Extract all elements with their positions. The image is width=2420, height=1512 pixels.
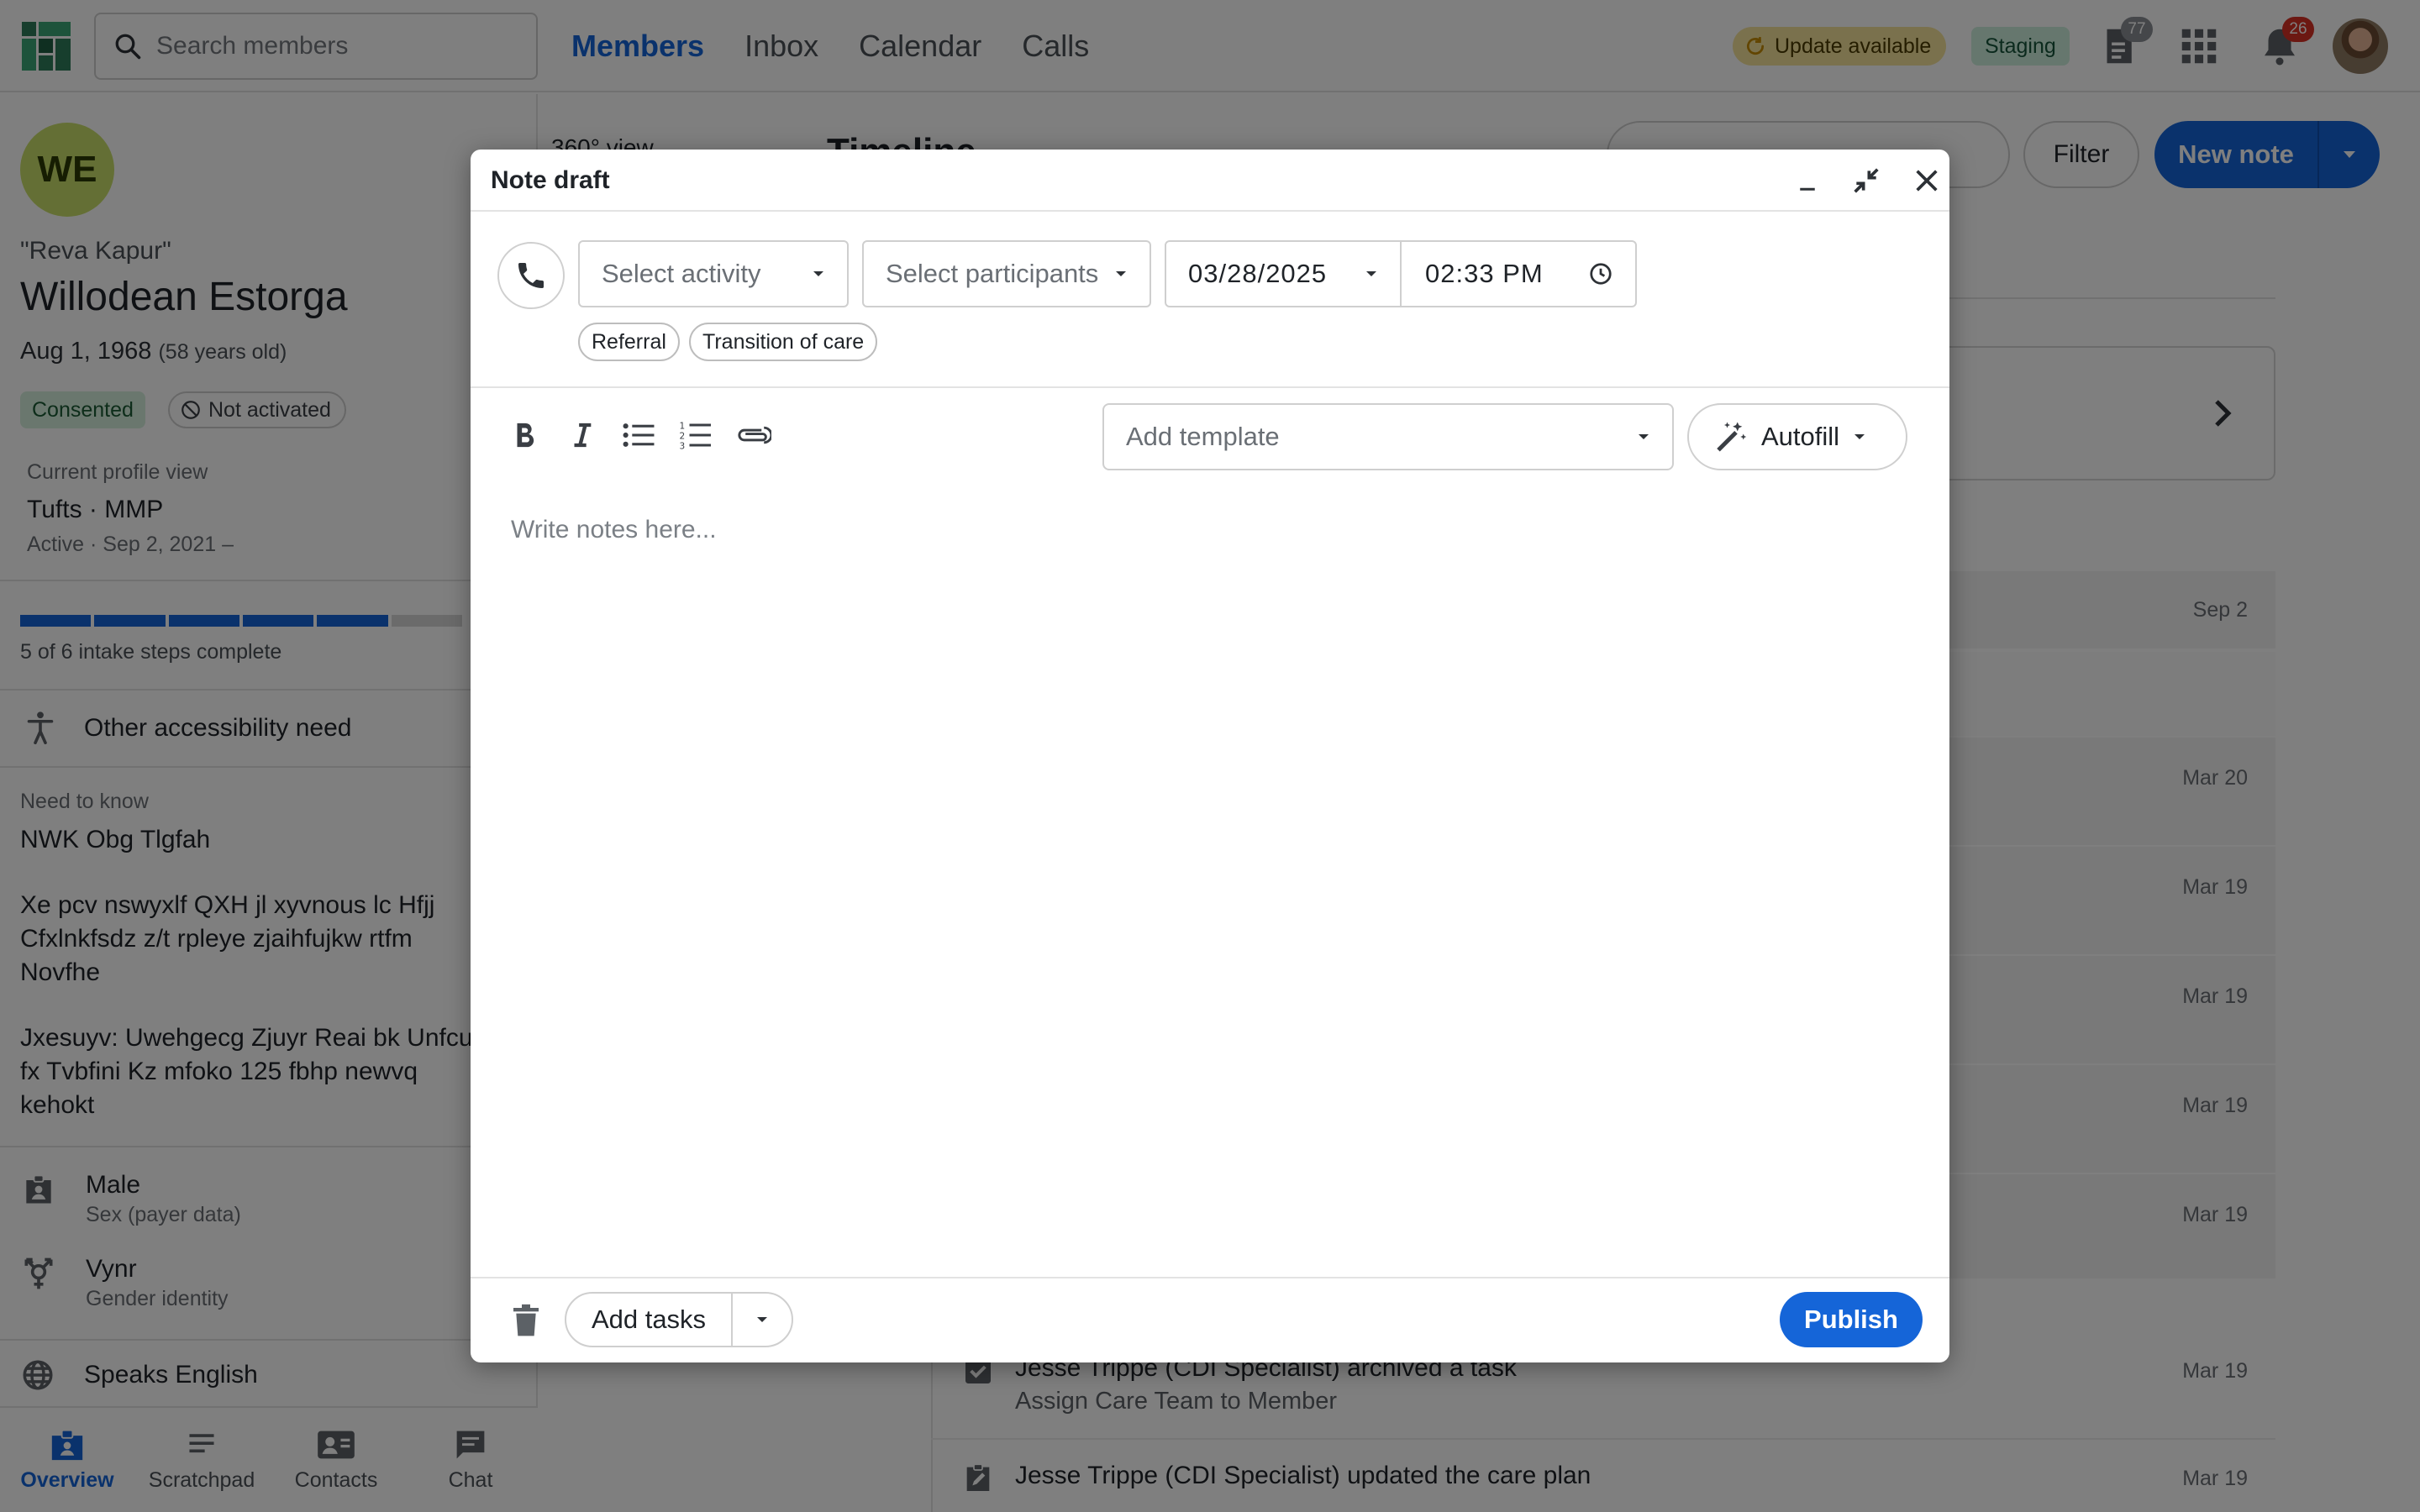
attachment-icon[interactable]	[734, 417, 771, 454]
date-value: 03/28/2025	[1188, 259, 1328, 288]
participants-select[interactable]: Select participants	[862, 240, 1151, 307]
trash-icon[interactable]	[506, 1300, 546, 1341]
template-select[interactable]: Add template	[1102, 403, 1674, 470]
tag-chip[interactable]: Transition of care	[689, 323, 878, 361]
participants-placeholder: Select participants	[886, 259, 1099, 288]
modal-title: Note draft	[491, 166, 610, 194]
activity-select[interactable]: Select activity	[578, 240, 849, 307]
time-value: 02:33 PM	[1425, 259, 1544, 288]
bold-icon[interactable]	[506, 417, 543, 454]
note-draft-modal: Note draft Select activity Select partic…	[471, 150, 1949, 1362]
magic-wand-icon	[1712, 419, 1748, 454]
call-type-button[interactable]	[497, 242, 565, 309]
bulleted-list-icon[interactable]	[620, 417, 657, 454]
formatting-toolbar: 123	[506, 417, 771, 454]
modal-footer: Add tasks Publish	[471, 1277, 1949, 1362]
close-icon[interactable]	[1907, 161, 1946, 200]
italic-icon[interactable]	[563, 417, 600, 454]
caret-down-icon	[1114, 270, 1128, 278]
autofill-button[interactable]: Autofill	[1687, 403, 1907, 470]
collapse-icon[interactable]	[1847, 161, 1886, 200]
autofill-label: Autofill	[1761, 422, 1840, 451]
caret-down-icon	[1637, 433, 1650, 441]
svg-text:1: 1	[680, 422, 686, 432]
add-tasks-label: Add tasks	[566, 1294, 733, 1346]
phone-icon	[514, 259, 548, 292]
modal-header: Note draft	[471, 150, 1949, 212]
publish-button[interactable]: Publish	[1780, 1292, 1923, 1347]
clock-icon[interactable]	[1588, 261, 1613, 286]
numbered-list-icon[interactable]: 123	[677, 417, 714, 454]
add-tasks-button[interactable]: Add tasks	[565, 1292, 793, 1347]
minimize-icon[interactable]	[1788, 161, 1827, 200]
date-picker[interactable]: 03/28/2025	[1165, 240, 1402, 307]
caret-down-icon	[1365, 270, 1378, 278]
caret-down-icon	[1853, 433, 1866, 441]
divider	[471, 386, 1949, 388]
activity-placeholder: Select activity	[602, 259, 761, 288]
tag-chip[interactable]: Referral	[578, 323, 680, 361]
svg-text:3: 3	[680, 442, 686, 451]
template-placeholder: Add template	[1126, 422, 1280, 451]
svg-text:2: 2	[680, 432, 686, 442]
caret-down-icon[interactable]	[733, 1294, 792, 1346]
notes-editor[interactable]: Write notes here...	[511, 516, 717, 544]
caret-down-icon	[812, 270, 825, 278]
time-input[interactable]: 02:33 PM	[1400, 240, 1637, 307]
